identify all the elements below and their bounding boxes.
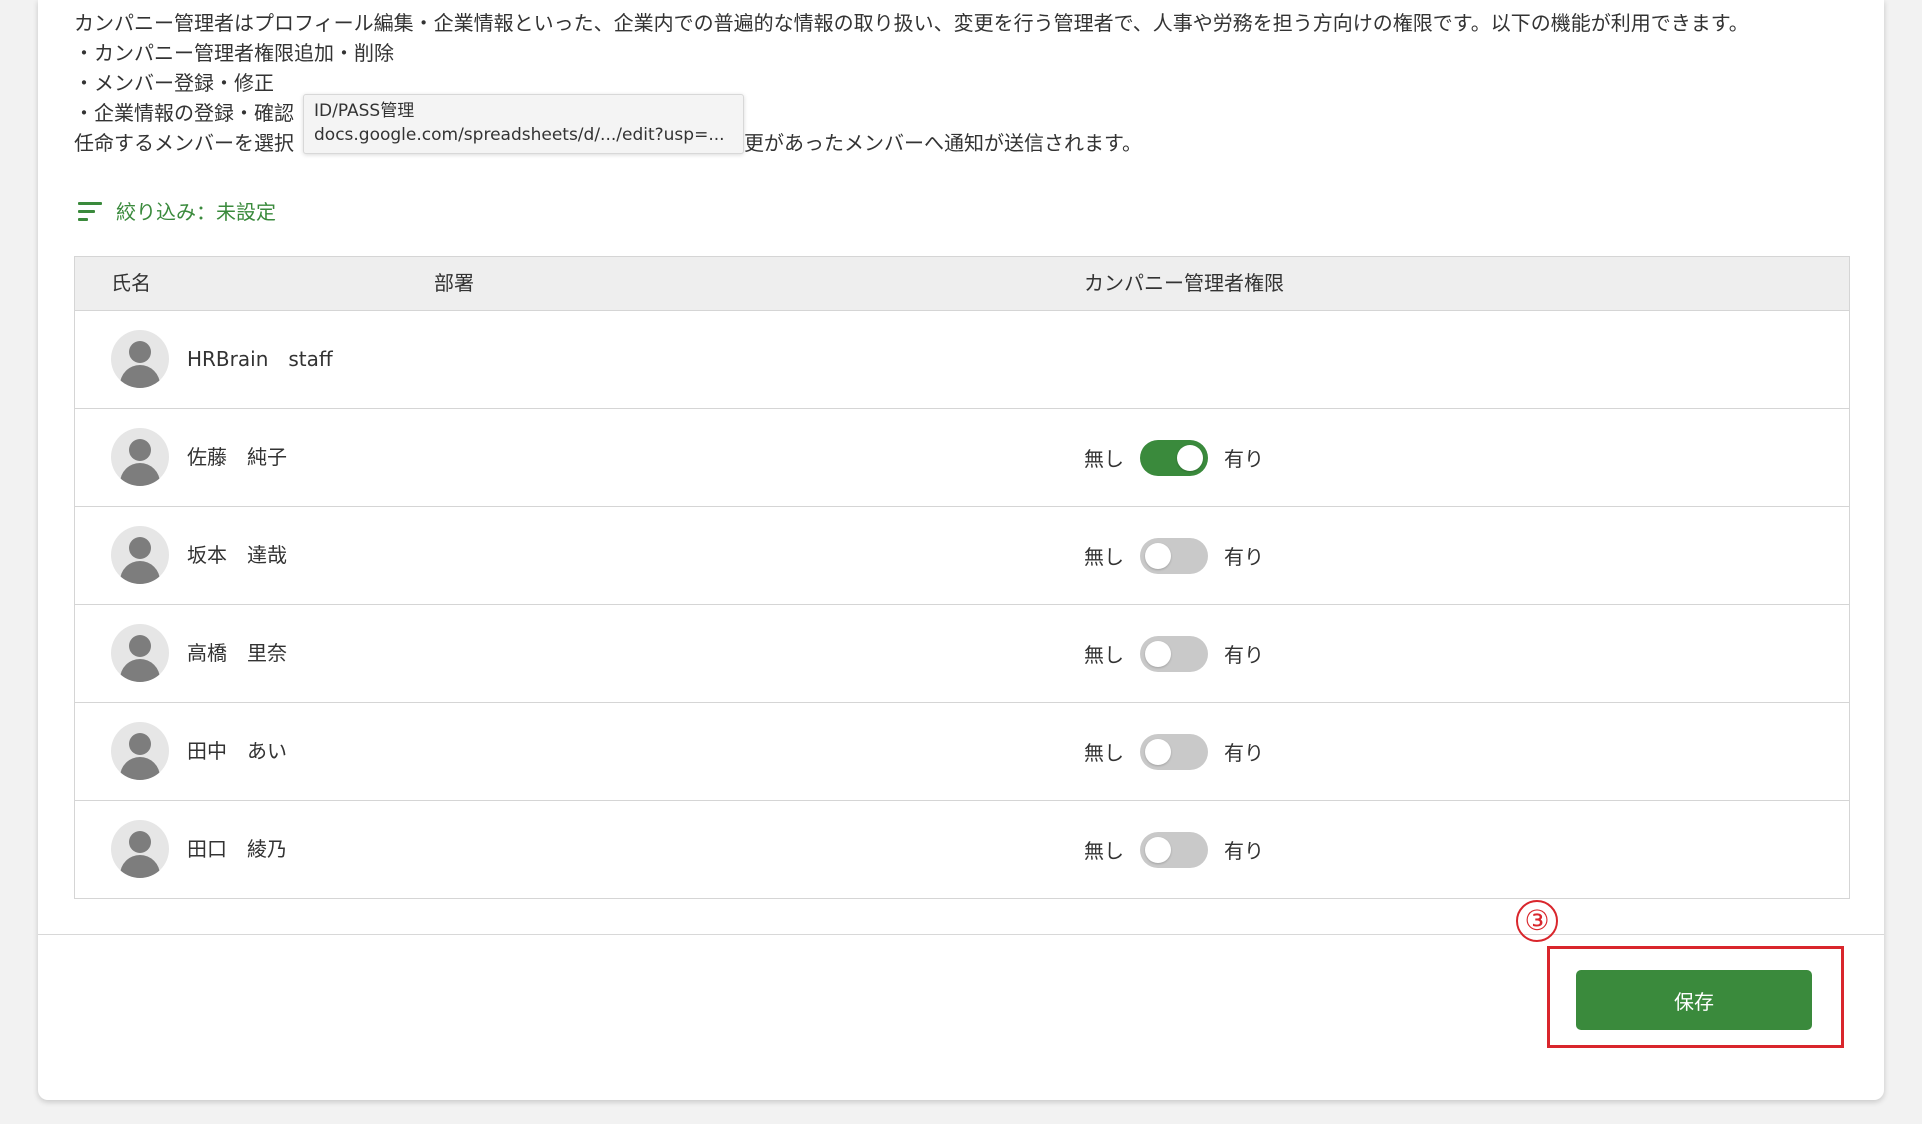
toggle-on-label: 有り (1224, 447, 1264, 471)
avatar-icon (111, 722, 169, 780)
header-permission: カンパニー管理者権限 (1084, 271, 1284, 295)
tooltip-title: ID/PASS管理 (314, 101, 415, 121)
description-line: ・カンパニー管理者権限追加・削除 (74, 41, 394, 65)
toggle-off-label: 無し (1084, 545, 1124, 569)
member-table: 氏名 部署 カンパニー管理者権限 HRBrain staff 佐藤 純子 無し 有り坂… (74, 256, 1850, 899)
avatar-icon (111, 428, 169, 486)
member-name: 高橋 里奈 (187, 641, 287, 665)
permission-toggle-switch[interactable] (1140, 439, 1208, 476)
table-body: HRBrain staff 佐藤 純子 無し 有り 坂本 達哉 無し 有り 高橋 里奈 無し 有り… (75, 310, 1849, 898)
filter-label: 絞り込み：未設定 (116, 200, 276, 224)
table-header: 氏名 部署 カンパニー管理者権限 (75, 257, 1849, 310)
avatar-icon (111, 624, 169, 682)
toggle-off-label: 無し (1084, 741, 1124, 765)
table-row: 高橋 里奈 無し 有り (75, 604, 1849, 702)
toggle-on-label: 有り (1224, 643, 1264, 667)
page: カンパニー管理者はプロフィール編集・企業情報といった、企業内での普遍的な情報の取… (0, 0, 1922, 1124)
toggle-on-label: 有り (1224, 545, 1264, 569)
member-name: 田中 あい (187, 739, 287, 763)
permission-toggle-switch[interactable] (1140, 635, 1208, 672)
description-line-end: 更があったメンバーへ通知が送信されます。 (744, 131, 1142, 155)
step-annotation-number: ③ (1516, 900, 1558, 942)
table-row: 坂本 達哉 無し 有り (75, 506, 1849, 604)
permission-toggle-group: 無し 有り (1084, 409, 1264, 506)
permission-toggle-group: 無し 有り (1084, 507, 1264, 604)
member-name: HRBrain staff (187, 347, 333, 371)
toggle-knob (1145, 542, 1171, 569)
footer-divider (38, 934, 1884, 935)
member-name: 坂本 達哉 (187, 543, 287, 567)
permission-toggle-group: 無し 有り (1084, 703, 1264, 800)
link-tooltip: ID/PASS管理 docs.google.com/spreadsheets/d… (303, 94, 744, 154)
description-line-start: 任命するメンバーを選択 (74, 131, 294, 155)
toggle-knob (1145, 836, 1171, 863)
permission-toggle-switch[interactable] (1140, 733, 1208, 770)
table-row: 佐藤 純子 無し 有り (75, 408, 1849, 506)
permission-toggle-switch[interactable] (1140, 537, 1208, 574)
filter-icon (78, 200, 104, 222)
save-button[interactable]: 保存 (1576, 970, 1812, 1030)
filter-button[interactable]: 絞り込み：未設定 (78, 196, 276, 225)
toggle-off-label: 無し (1084, 643, 1124, 667)
description-line: カンパニー管理者はプロフィール編集・企業情報といった、企業内での普遍的な情報の取… (74, 11, 1749, 35)
permission-toggle-group: 無し 有り (1084, 605, 1264, 702)
toggle-off-label: 無し (1084, 447, 1124, 471)
toggle-on-label: 有り (1224, 839, 1264, 863)
avatar-icon (111, 526, 169, 584)
toggle-off-label: 無し (1084, 839, 1124, 863)
table-row: 田中 あい 無し 有り (75, 702, 1849, 800)
toggle-knob (1177, 444, 1203, 471)
permission-toggle-group: 無し 有り (1084, 801, 1264, 898)
table-row: HRBrain staff (75, 310, 1849, 408)
toggle-knob (1145, 738, 1171, 765)
avatar-icon (111, 330, 169, 388)
toggle-knob (1145, 640, 1171, 667)
header-name: 氏名 (111, 271, 151, 295)
member-name: 佐藤 純子 (187, 445, 287, 469)
member-name: 田口 綾乃 (187, 837, 287, 861)
tooltip-url: docs.google.com/spreadsheets/d/.../edit?… (314, 125, 725, 145)
header-department: 部署 (434, 271, 474, 295)
permission-toggle-switch[interactable] (1140, 831, 1208, 868)
avatar-icon (111, 820, 169, 878)
toggle-on-label: 有り (1224, 741, 1264, 765)
table-row: 田口 綾乃 無し 有り (75, 800, 1849, 898)
